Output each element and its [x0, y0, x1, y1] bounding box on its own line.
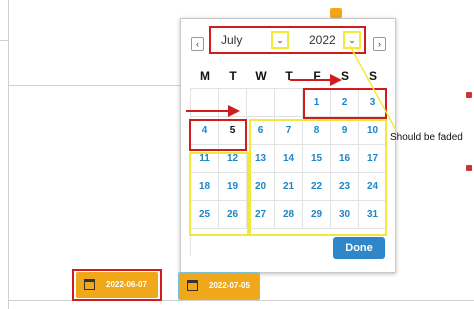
start-date-button[interactable]: 2022-06-07: [76, 272, 158, 298]
end-date-label: 2022-07-05: [209, 281, 250, 290]
calendar-icon: [187, 280, 198, 291]
calendar-icon: [84, 279, 95, 290]
pointer-line: [349, 45, 397, 131]
annotation-text: Should be faded: [390, 132, 463, 143]
start-date-label: 2022-06-07: [106, 280, 147, 289]
end-date-button[interactable]: 2022-07-05: [178, 272, 260, 300]
annotation-arrows: [186, 45, 397, 175]
